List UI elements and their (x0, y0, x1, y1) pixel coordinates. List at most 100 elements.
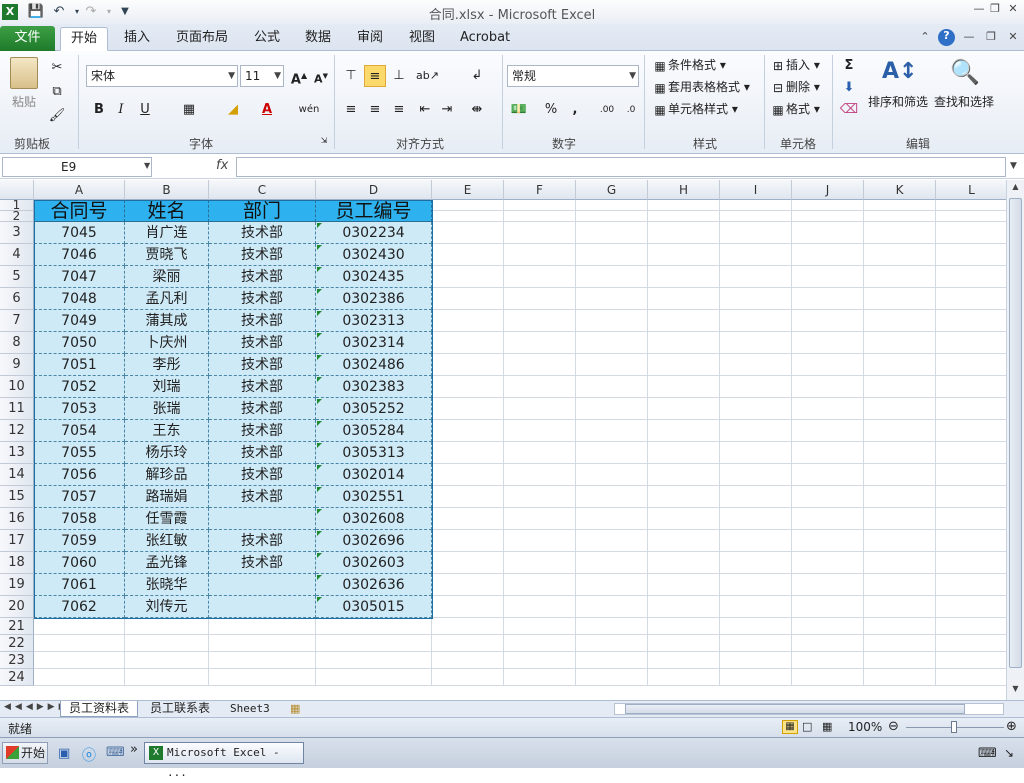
table-cell[interactable]: 7062 (34, 596, 125, 618)
name-box[interactable]: E9 (2, 157, 152, 177)
empty-cell[interactable] (576, 530, 648, 552)
empty-cell[interactable] (648, 486, 720, 508)
empty-cell[interactable] (864, 332, 936, 354)
empty-cell[interactable] (720, 530, 792, 552)
table-cell[interactable]: 7056 (34, 464, 125, 486)
zoom-level[interactable]: 100% (848, 720, 882, 734)
formula-input[interactable] (236, 157, 1006, 177)
table-cell[interactable]: 路瑞娟 (125, 486, 209, 508)
tab-data[interactable]: 数据 (295, 27, 341, 51)
error-indicator-icon[interactable] (317, 531, 322, 536)
empty-cell[interactable] (432, 574, 504, 596)
empty-cell[interactable] (864, 669, 936, 686)
table-cell[interactable]: 张红敏 (125, 530, 209, 552)
column-header-f[interactable]: F (504, 180, 576, 200)
row-header[interactable]: 10 (0, 376, 34, 398)
empty-cell[interactable] (864, 635, 936, 652)
empty-cell[interactable] (576, 420, 648, 442)
page-layout-view-icon[interactable]: □ (802, 720, 812, 733)
insert-function-icon[interactable]: fx (216, 158, 228, 173)
table-cell[interactable]: 技术部 (209, 288, 316, 310)
empty-cell[interactable] (720, 669, 792, 686)
table-cell[interactable]: 王东 (125, 420, 209, 442)
table-header-cell[interactable]: 员工编号 (316, 200, 432, 222)
empty-cell[interactable] (209, 635, 316, 652)
help-icon[interactable]: ? (938, 29, 955, 46)
column-header-l[interactable]: L (936, 180, 1006, 200)
paste-button[interactable]: 粘贴 (12, 93, 36, 110)
empty-cell[interactable] (936, 669, 1006, 686)
table-cell[interactable]: 7047 (34, 266, 125, 288)
row-header[interactable]: 7 (0, 310, 34, 332)
shrink-font-icon[interactable]: A▼ (310, 65, 332, 87)
table-cell[interactable]: 孟凡利 (125, 288, 209, 310)
empty-cell[interactable] (936, 332, 1006, 354)
empty-cell[interactable] (432, 596, 504, 618)
show-desktop-icon[interactable]: ▣ (58, 746, 70, 761)
table-cell[interactable]: 0302603 (316, 552, 432, 574)
empty-cell[interactable] (864, 211, 936, 222)
empty-cell[interactable] (792, 530, 864, 552)
table-cell[interactable]: 技术部 (209, 420, 316, 442)
empty-cell[interactable] (720, 574, 792, 596)
empty-cell[interactable] (576, 635, 648, 652)
empty-cell[interactable] (576, 354, 648, 376)
empty-cell[interactable] (792, 332, 864, 354)
align-right-icon[interactable]: ≡ (388, 99, 410, 121)
italic-icon[interactable]: I (110, 99, 132, 121)
empty-cell[interactable] (936, 420, 1006, 442)
empty-cell[interactable] (316, 652, 432, 669)
empty-cell[interactable] (576, 669, 648, 686)
clear-icon[interactable]: ⌫ (838, 99, 860, 121)
name-box-dropdown-icon[interactable]: ▼ (144, 161, 150, 170)
table-cell[interactable]: 7045 (34, 222, 125, 244)
insert-sheet-icon[interactable]: ▦ (290, 702, 300, 715)
empty-cell[interactable] (432, 398, 504, 420)
error-indicator-icon[interactable] (317, 465, 322, 470)
table-cell[interactable]: 7046 (34, 244, 125, 266)
empty-cell[interactable] (936, 596, 1006, 618)
empty-cell[interactable] (720, 332, 792, 354)
empty-cell[interactable] (792, 442, 864, 464)
empty-cell[interactable] (792, 222, 864, 244)
empty-cell[interactable] (504, 398, 576, 420)
start-button[interactable]: 开始 (2, 742, 48, 764)
table-cell[interactable]: 7060 (34, 552, 125, 574)
empty-cell[interactable] (34, 618, 125, 635)
table-cell[interactable]: 7061 (34, 574, 125, 596)
borders-icon[interactable]: ▦ (178, 99, 200, 121)
empty-cell[interactable] (432, 211, 504, 222)
empty-cell[interactable] (576, 244, 648, 266)
browser-icon[interactable]: ⓞ (82, 745, 96, 765)
empty-cell[interactable] (936, 442, 1006, 464)
error-indicator-icon[interactable] (317, 597, 322, 602)
empty-cell[interactable] (432, 266, 504, 288)
column-header-k[interactable]: K (864, 180, 936, 200)
empty-cell[interactable] (648, 376, 720, 398)
empty-cell[interactable] (504, 596, 576, 618)
table-cell[interactable] (209, 596, 316, 618)
tab-formulas[interactable]: 公式 (244, 27, 290, 51)
empty-cell[interactable] (432, 552, 504, 574)
format-painter-icon[interactable]: 🖌 (46, 105, 68, 127)
empty-cell[interactable] (576, 508, 648, 530)
column-header-h[interactable]: H (648, 180, 720, 200)
row-header[interactable]: 20 (0, 596, 34, 618)
empty-cell[interactable] (432, 354, 504, 376)
table-cell[interactable]: 任雪霞 (125, 508, 209, 530)
empty-cell[interactable] (432, 635, 504, 652)
empty-cell[interactable] (576, 618, 648, 635)
copy-icon[interactable]: ⧉ (46, 81, 68, 103)
empty-cell[interactable] (792, 211, 864, 222)
font-size-select[interactable]: 11 ▼ (240, 65, 284, 87)
empty-cell[interactable] (720, 398, 792, 420)
table-cell[interactable] (209, 508, 316, 530)
bold-icon[interactable]: B (88, 99, 110, 121)
empty-cell[interactable] (576, 200, 648, 211)
table-cell[interactable]: 技术部 (209, 266, 316, 288)
table-cell[interactable]: 孟光锋 (125, 552, 209, 574)
empty-cell[interactable] (576, 652, 648, 669)
empty-cell[interactable] (504, 552, 576, 574)
zoom-slider-thumb[interactable] (951, 721, 957, 733)
empty-cell[interactable] (936, 574, 1006, 596)
